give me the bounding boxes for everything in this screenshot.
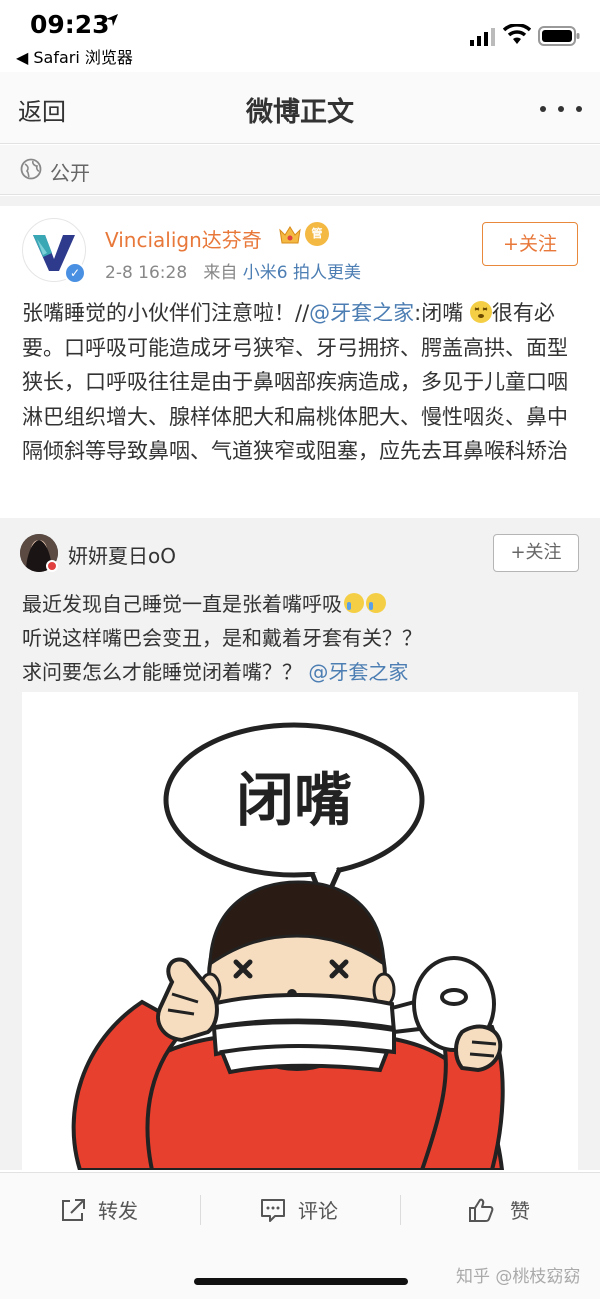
repost-text-3: 求问要怎么才能睡觉闭着嘴？？ [22,660,302,684]
wifi-icon [503,24,531,44]
action-bar: 转发 评论 赞 [0,1172,600,1248]
follow-author-button[interactable]: +关注 [482,222,578,266]
repost-line-2: 听说这样嘴巴会变丑，是和戴着牙套有关？？ [22,626,422,650]
speech-bubble-text: 闭嘴 [236,766,352,834]
comment-icon[interactable] [260,1197,286,1223]
author-name[interactable]: Vincialign达芬奇 [105,224,262,253]
share-icon[interactable] [60,1197,86,1223]
battery-icon [538,26,580,46]
post-meta: 2-8 16:28 来自 小米6 拍人更美 [105,258,361,283]
zhihu-watermark: 知乎 @桃枝窈窈 [456,1267,581,1287]
comment-button[interactable]: 评论 [298,1195,338,1224]
home-indicator[interactable] [194,1278,408,1285]
post-body: 张嘴睡觉的小伙伴们注意啦！//@牙套之家:闭嘴 很有必要。口呼吸可能造成牙弓狭窄… [22,296,582,469]
globe-icon [20,158,42,180]
back-to-safari[interactable]: ◀ Safari 浏览器 [16,44,133,68]
post-text-quote: :闭嘴 [414,301,464,325]
post-source-label: 来自 [203,263,238,283]
location-arrow-icon [106,14,118,26]
post-text-intro: 张嘴睡觉的小伙伴们注意啦！// [22,301,310,325]
repost-line-3: 求问要怎么才能睡觉闭着嘴？？ @牙套之家 [22,656,408,685]
post-date: 2-8 16:28 [105,263,188,283]
visibility-row: 公开 [0,145,600,195]
mention-link[interactable]: @牙套之家 [309,301,414,325]
home-area: 知乎 @桃枝窈窈 [0,1248,600,1299]
verified-badge-icon: ✓ [64,262,86,284]
thumbs-up-icon[interactable] [468,1197,494,1223]
crying-emoji-icon [366,593,386,613]
comic-illustration: 闭嘴 [71,722,505,1170]
post-text-body: 很有必要。口呼吸可能造成牙弓狭窄、牙弓拥挤、腭盖高拱、面型狭长，口呼吸往往是由于… [22,301,568,463]
post-image[interactable]: 闭嘴 [22,692,578,1170]
crying-emoji-icon [344,593,364,613]
action-divider [400,1195,401,1225]
repost-mention-link[interactable]: @牙套之家 [308,660,408,684]
follow-repost-author-button[interactable]: +关注 [493,534,579,572]
repost-button[interactable]: 转发 [98,1195,138,1224]
vip-icon: 管 [305,222,329,246]
page-title: 微博正文 [246,97,354,128]
repost-author-badge-icon [46,560,58,572]
visibility-label: 公开 [50,161,90,185]
navigation-bar: 返回 微博正文 [0,72,600,144]
cellular-signal-icon [470,28,495,46]
reposted-weibo[interactable]: 妍妍夏日oO +关注 最近发现自己睡觉一直是张着嘴呼吸 听说这样嘴巴会变丑，是和… [0,518,600,1170]
section-divider [0,196,600,206]
post-device[interactable]: 小米6 拍人更美 [243,263,361,283]
repost-text-1: 最近发现自己睡觉一直是张着嘴呼吸 [22,592,342,616]
status-time: 09:23 [30,10,110,39]
repost-author-name[interactable]: 妍妍夏日oO [68,540,176,569]
like-button[interactable]: 赞 [510,1195,530,1224]
action-divider [200,1195,201,1225]
status-bar: 09:23 ◀ Safari 浏览器 [0,0,600,72]
more-options-icon[interactable] [540,106,582,112]
repost-line-1: 最近发现自己睡觉一直是张着嘴呼吸 [22,588,386,617]
crown-icon [279,226,301,244]
dizzy-face-emoji-icon [469,301,492,323]
